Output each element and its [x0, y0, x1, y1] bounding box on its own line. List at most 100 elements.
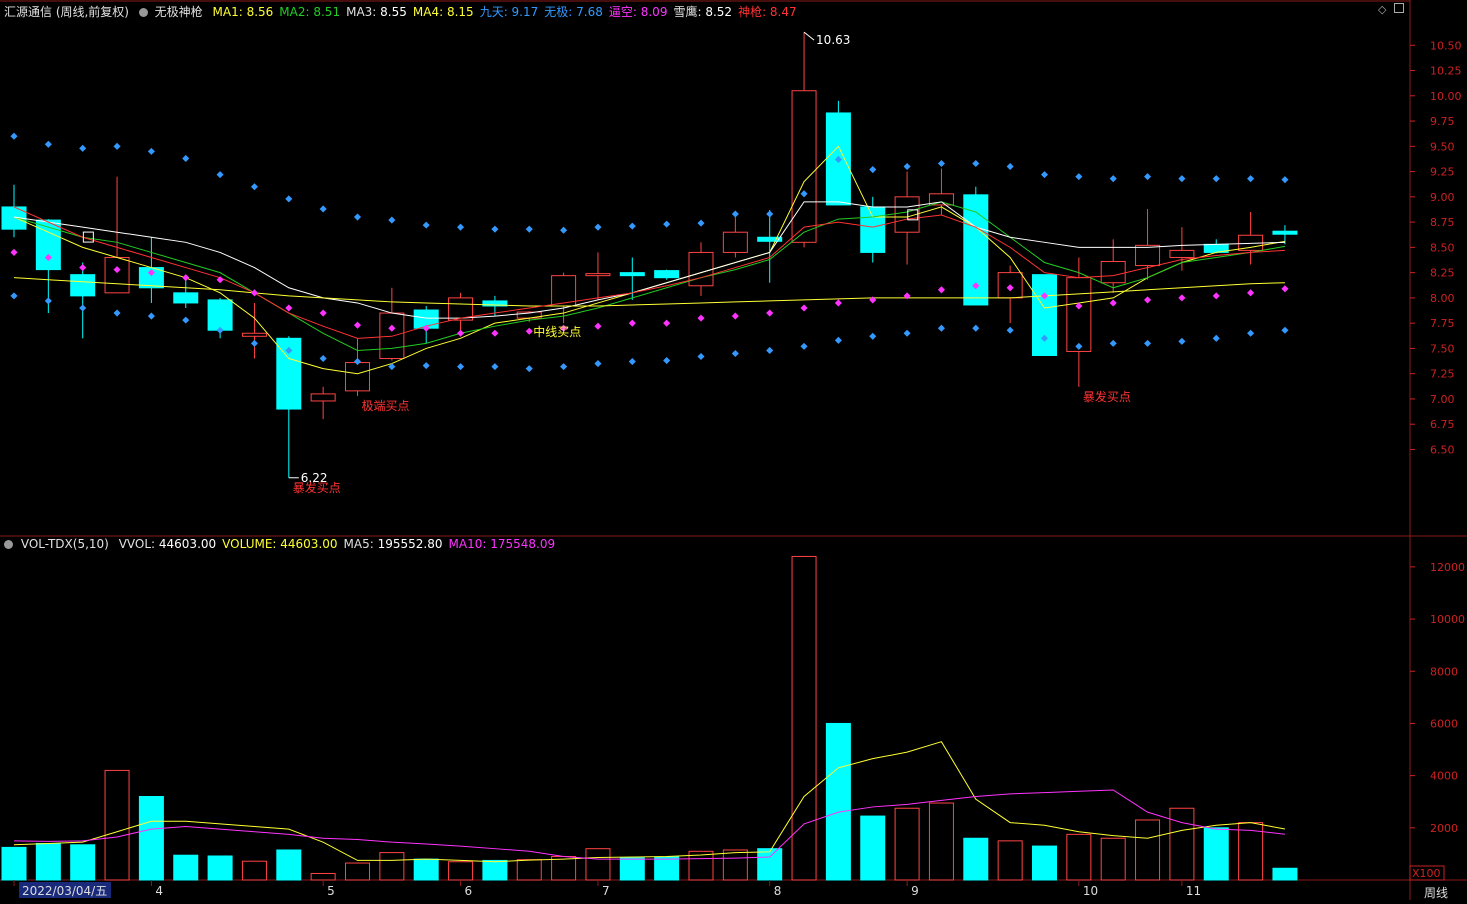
candle-body [1032, 274, 1057, 356]
jiutian-dot [1178, 175, 1186, 183]
candle-body [688, 251, 714, 287]
ma-label: MA4: [412, 5, 444, 19]
ma-label: MA3: [346, 5, 377, 19]
vol-value: 175548.09 [486, 537, 556, 551]
volume-bar [1272, 867, 1298, 881]
chart-window: 6.50 6.75 7.00 7.25 7.50 7.75 8.00 8.25 8.50 8.75… [0, 0, 1467, 900]
volume-bar [276, 849, 302, 881]
wuji-dot [79, 304, 87, 312]
time-label: 11 [1186, 884, 1201, 898]
candle-body [619, 272, 645, 277]
wuji-dot [1109, 339, 1117, 347]
volume-bar [241, 860, 267, 881]
volume-bar [310, 872, 336, 881]
bikong-dot [834, 299, 842, 307]
vol-label: MA5: [343, 537, 374, 551]
candle-body [104, 256, 130, 294]
vol-toggle-icon[interactable] [4, 540, 13, 549]
jiutian-dot [697, 219, 705, 227]
candle-body [1100, 261, 1126, 284]
wuji-dot [869, 332, 877, 340]
period-label[interactable]: 周线 [1424, 884, 1448, 901]
volume-bar [70, 844, 96, 881]
wuji-dot [560, 363, 568, 371]
volume-bar [516, 859, 542, 881]
stock-title: 汇源通信 (周线,前复权) [4, 5, 129, 19]
kline-chart[interactable]: 6.50 6.75 7.00 7.25 7.50 7.75 8.00 8.25 8.50 8.75… [0, 0, 1467, 900]
volume-bar [448, 861, 474, 881]
signal-label: 中线买点 [533, 324, 581, 339]
jiutian-dot [319, 205, 327, 213]
candle-body [1169, 249, 1195, 258]
jiutian-dot [594, 223, 602, 231]
vol-item: VOLUME: 44603.00 [222, 537, 337, 551]
main-header: 汇源通信 (周线,前复权) 无极神枪 MA1: 8.56 MA2: 8.51 MA3… [4, 3, 797, 20]
volume-bar [585, 848, 611, 881]
volume-bar [654, 856, 680, 881]
volume-bar [1, 846, 27, 881]
candle-body [207, 299, 233, 331]
jiutian-dot [1212, 175, 1220, 183]
volume-bar [1066, 833, 1092, 881]
ma-item: 无极: 7.68 [544, 5, 603, 19]
ma-value: 8.55 [376, 5, 407, 19]
jiutian-dot [1075, 173, 1083, 181]
ma-label: 神枪: [738, 5, 767, 19]
candle-body [1135, 244, 1161, 267]
candle-body [722, 231, 748, 253]
window-controls: ◇ [1378, 3, 1404, 16]
jiutian-dot [147, 147, 155, 155]
wuji-dot [766, 346, 774, 354]
wuji-dot [319, 354, 327, 363]
indicator-name[interactable]: 无极神枪 [155, 5, 203, 19]
vol-indicator-name[interactable]: VOL-TDX(5,10) [21, 537, 109, 551]
price-tick-label: 9.00 [1430, 191, 1455, 204]
time-label: 5 [327, 884, 335, 898]
volume-bar [413, 858, 439, 881]
indicator-toggle-icon[interactable] [138, 8, 148, 17]
maximize-icon[interactable] [1393, 3, 1404, 13]
wuji-dot [182, 316, 190, 324]
vol-value: 44603.00 [276, 537, 338, 551]
candle-body [70, 274, 96, 297]
wuji-dot [1144, 339, 1152, 347]
time-label: 4 [155, 884, 163, 898]
volume-bar [757, 848, 783, 881]
volume-bar [1032, 845, 1057, 881]
vol-item: VVOL: 44603.00 [119, 537, 216, 551]
wuji-dot [972, 324, 980, 332]
ma-item: 逼空: 8.09 [609, 5, 668, 19]
vol-tick-label: 2000 [1430, 822, 1458, 835]
price-tick-label: 8.50 [1430, 241, 1455, 254]
ma-value: 8.51 [309, 5, 341, 19]
bikong-dot [731, 312, 739, 320]
ma-item: 九天: 9.17 [480, 5, 539, 19]
ma-label: 九天: [479, 5, 508, 19]
time-label: 10 [1083, 884, 1098, 898]
ma-value: 8.47 [766, 5, 797, 19]
vol-unit-label: X100 [1412, 867, 1441, 880]
ma-item: MA3: 8.55 [346, 5, 407, 19]
volume-bar [997, 840, 1023, 881]
volume-bar [1135, 819, 1161, 881]
ma-label: MA2: [279, 5, 310, 19]
wuji-dot [250, 339, 258, 347]
volume-header: VOL-TDX(5,10) VVOL: 44603.00 VOLUME: 4460… [4, 537, 555, 551]
volume-bar [860, 815, 886, 881]
ma-item: MA2: 8.51 [279, 5, 340, 19]
vol-ma5-line [13, 741, 1286, 863]
low-label: 6.22 [301, 471, 328, 485]
diamond-icon[interactable]: ◇ [1378, 3, 1386, 16]
price-tick-label: 9.75 [1430, 115, 1455, 128]
ma-label: 无极: [544, 5, 573, 19]
ma-item: 神枪: 8.47 [738, 5, 797, 19]
volume-bar [722, 849, 748, 881]
volume-bar [35, 842, 61, 881]
time-label: 6 [465, 884, 473, 898]
bikong-dot [1281, 285, 1289, 293]
jiutian-dot [1040, 171, 1049, 179]
bikong-dot [525, 327, 533, 335]
candle-body [654, 270, 680, 279]
bikong-dot [491, 329, 499, 337]
signal-label: 暴发买点 [1083, 389, 1131, 404]
